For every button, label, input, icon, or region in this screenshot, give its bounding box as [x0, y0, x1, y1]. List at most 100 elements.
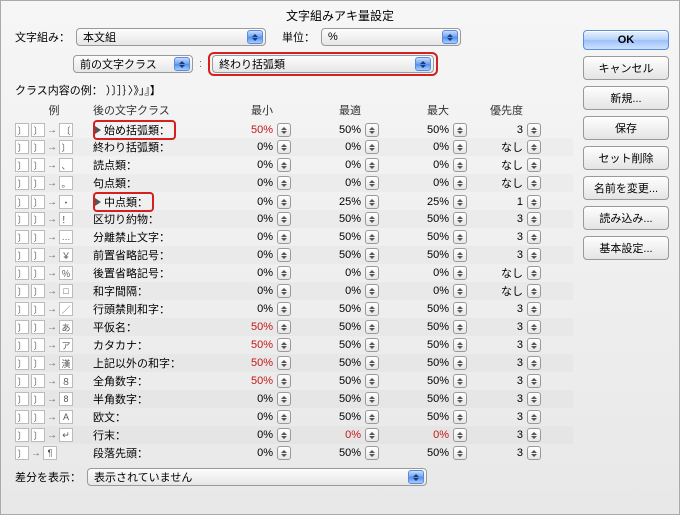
- opt-value[interactable]: 50%: [293, 357, 363, 369]
- stepper-icon[interactable]: [453, 248, 467, 262]
- opt-value[interactable]: 50%: [293, 231, 363, 243]
- min-value[interactable]: 0%: [205, 213, 275, 225]
- stepper-icon[interactable]: [527, 176, 541, 190]
- opt-value[interactable]: 50%: [293, 124, 363, 136]
- priority-value[interactable]: なし: [469, 283, 525, 299]
- priority-value[interactable]: 3: [469, 231, 525, 243]
- priority-value[interactable]: 3: [469, 447, 525, 459]
- stepper-icon[interactable]: [277, 446, 291, 460]
- stepper-icon[interactable]: [453, 302, 467, 316]
- stepper-icon[interactable]: [453, 266, 467, 280]
- opt-value[interactable]: 25%: [293, 196, 363, 208]
- opt-value[interactable]: 50%: [293, 303, 363, 315]
- stepper-icon[interactable]: [277, 212, 291, 226]
- max-value[interactable]: 0%: [381, 285, 451, 297]
- max-value[interactable]: 50%: [381, 249, 451, 261]
- min-value[interactable]: 50%: [205, 375, 275, 387]
- priority-value[interactable]: なし: [469, 265, 525, 281]
- min-value[interactable]: 0%: [205, 411, 275, 423]
- stepper-icon[interactable]: [453, 428, 467, 442]
- opt-value[interactable]: 50%: [293, 393, 363, 405]
- ok-button[interactable]: OK: [583, 30, 669, 50]
- stepper-icon[interactable]: [365, 320, 379, 334]
- target-class-select[interactable]: 終わり括弧類: [212, 55, 434, 73]
- stepper-icon[interactable]: [365, 266, 379, 280]
- stepper-icon[interactable]: [453, 392, 467, 406]
- stepper-icon[interactable]: [277, 123, 291, 137]
- priority-value[interactable]: 3: [469, 339, 525, 351]
- priority-value[interactable]: なし: [469, 175, 525, 191]
- set-select[interactable]: 本文組: [76, 28, 266, 46]
- min-value[interactable]: 0%: [205, 249, 275, 261]
- min-value[interactable]: 50%: [205, 321, 275, 333]
- priority-value[interactable]: 3: [469, 357, 525, 369]
- opt-value[interactable]: 50%: [293, 375, 363, 387]
- min-value[interactable]: 0%: [205, 429, 275, 441]
- priority-value[interactable]: 3: [469, 393, 525, 405]
- disclosure-triangle-icon[interactable]: [95, 126, 101, 134]
- stepper-icon[interactable]: [527, 428, 541, 442]
- priority-value[interactable]: 3: [469, 411, 525, 423]
- max-value[interactable]: 0%: [381, 141, 451, 153]
- prev-class-select[interactable]: 前の文字クラス: [73, 55, 193, 73]
- priority-value[interactable]: 1: [469, 196, 525, 208]
- stepper-icon[interactable]: [365, 176, 379, 190]
- stepper-icon[interactable]: [527, 230, 541, 244]
- min-value[interactable]: 0%: [205, 159, 275, 171]
- rename-button[interactable]: 名前を変更...: [583, 176, 669, 200]
- stepper-icon[interactable]: [453, 446, 467, 460]
- max-value[interactable]: 50%: [381, 124, 451, 136]
- priority-value[interactable]: なし: [469, 139, 525, 155]
- max-value[interactable]: 50%: [381, 393, 451, 405]
- max-value[interactable]: 50%: [381, 231, 451, 243]
- stepper-icon[interactable]: [365, 392, 379, 406]
- stepper-icon[interactable]: [527, 212, 541, 226]
- max-value[interactable]: 50%: [381, 321, 451, 333]
- priority-value[interactable]: 3: [469, 303, 525, 315]
- priority-value[interactable]: 3: [469, 124, 525, 136]
- stepper-icon[interactable]: [453, 195, 467, 209]
- stepper-icon[interactable]: [527, 374, 541, 388]
- stepper-icon[interactable]: [277, 320, 291, 334]
- max-value[interactable]: 50%: [381, 339, 451, 351]
- stepper-icon[interactable]: [453, 410, 467, 424]
- save-button[interactable]: 保存: [583, 116, 669, 140]
- opt-value[interactable]: 50%: [293, 447, 363, 459]
- opt-value[interactable]: 50%: [293, 339, 363, 351]
- stepper-icon[interactable]: [277, 428, 291, 442]
- stepper-icon[interactable]: [453, 212, 467, 226]
- stepper-icon[interactable]: [527, 248, 541, 262]
- stepper-icon[interactable]: [277, 284, 291, 298]
- max-value[interactable]: 0%: [381, 429, 451, 441]
- stepper-icon[interactable]: [453, 158, 467, 172]
- stepper-icon[interactable]: [277, 248, 291, 262]
- opt-value[interactable]: 0%: [293, 429, 363, 441]
- stepper-icon[interactable]: [277, 374, 291, 388]
- max-value[interactable]: 0%: [381, 177, 451, 189]
- stepper-icon[interactable]: [365, 410, 379, 424]
- stepper-icon[interactable]: [453, 284, 467, 298]
- opt-value[interactable]: 0%: [293, 141, 363, 153]
- stepper-icon[interactable]: [527, 140, 541, 154]
- stepper-icon[interactable]: [453, 230, 467, 244]
- stepper-icon[interactable]: [365, 195, 379, 209]
- load-button[interactable]: 読み込み...: [583, 206, 669, 230]
- stepper-icon[interactable]: [453, 176, 467, 190]
- max-value[interactable]: 0%: [381, 267, 451, 279]
- stepper-icon[interactable]: [527, 266, 541, 280]
- opt-value[interactable]: 0%: [293, 177, 363, 189]
- stepper-icon[interactable]: [527, 158, 541, 172]
- min-value[interactable]: 0%: [205, 231, 275, 243]
- stepper-icon[interactable]: [453, 123, 467, 137]
- max-value[interactable]: 50%: [381, 303, 451, 315]
- stepper-icon[interactable]: [453, 356, 467, 370]
- stepper-icon[interactable]: [453, 338, 467, 352]
- stepper-icon[interactable]: [277, 266, 291, 280]
- stepper-icon[interactable]: [277, 392, 291, 406]
- stepper-icon[interactable]: [277, 176, 291, 190]
- stepper-icon[interactable]: [277, 195, 291, 209]
- stepper-icon[interactable]: [277, 302, 291, 316]
- opt-value[interactable]: 50%: [293, 213, 363, 225]
- stepper-icon[interactable]: [365, 446, 379, 460]
- stepper-icon[interactable]: [365, 140, 379, 154]
